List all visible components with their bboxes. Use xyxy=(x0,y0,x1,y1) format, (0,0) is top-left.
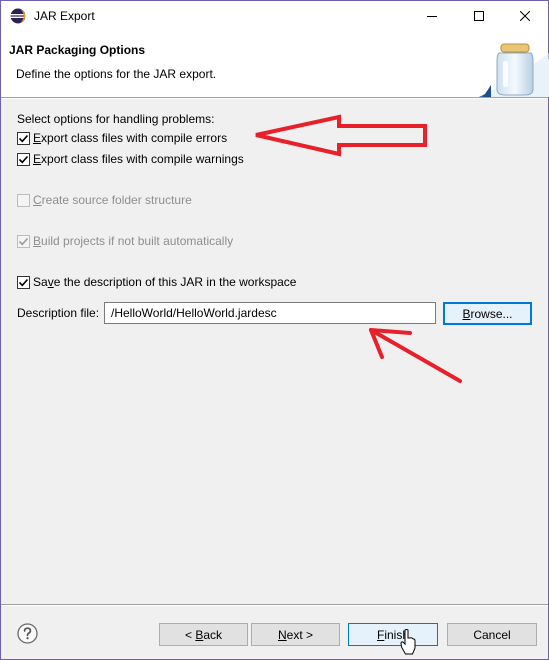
checkmark-icon xyxy=(18,155,29,163)
export-warnings-checkbox[interactable] xyxy=(17,152,30,166)
page-title: JAR Packaging Options xyxy=(9,43,146,57)
create-source-folder-checkbox[interactable] xyxy=(17,193,30,207)
export-warnings-label: Export class files with compile warnings xyxy=(33,152,244,166)
browse-button[interactable]: Browse... xyxy=(443,302,532,325)
jar-export-window: JAR Export JAR Packaging Options Define … xyxy=(0,0,549,660)
checkmark-icon xyxy=(18,237,29,245)
header-separator xyxy=(1,97,548,99)
cancel-button[interactable]: Cancel xyxy=(447,623,537,646)
help-icon[interactable] xyxy=(17,623,38,644)
mouse-cursor-icon xyxy=(400,629,416,655)
build-projects-label: Build projects if not built automaticall… xyxy=(33,234,234,248)
create-source-folder-label: Create source folder structure xyxy=(33,193,192,207)
export-errors-label: Export class files with compile errors xyxy=(33,131,228,145)
next-button[interactable]: Next > xyxy=(251,623,340,646)
save-description-option[interactable]: Save the description of this JAR in the … xyxy=(17,274,296,290)
browse-button-label: Browse... xyxy=(462,306,513,321)
back-button-label: < Back xyxy=(184,627,223,642)
footer-separator xyxy=(1,604,548,606)
description-file-label: Description file: xyxy=(17,306,100,320)
page-description: Define the options for the JAR export. xyxy=(16,67,217,81)
next-button-label: Next > xyxy=(277,627,314,642)
back-button[interactable]: < Back xyxy=(159,623,248,646)
problems-heading: Select options for handling problems: xyxy=(17,112,215,126)
close-icon xyxy=(520,11,530,21)
minimize-icon xyxy=(427,16,437,17)
export-errors-checkbox[interactable] xyxy=(17,131,30,145)
finish-button[interactable]: Finish xyxy=(348,623,438,646)
checkmark-icon xyxy=(18,134,29,142)
minimize-button[interactable] xyxy=(409,1,455,31)
description-file-input[interactable] xyxy=(104,302,436,324)
jar-icon xyxy=(475,43,549,97)
eclipse-icon xyxy=(10,8,26,24)
window-title: JAR Export xyxy=(34,9,95,23)
maximize-icon xyxy=(474,11,484,21)
build-projects-checkbox[interactable] xyxy=(17,234,30,248)
maximize-button[interactable] xyxy=(456,1,502,31)
checkmark-icon xyxy=(18,278,29,286)
export-warnings-option[interactable]: Export class files with compile warnings xyxy=(17,151,244,167)
save-description-checkbox[interactable] xyxy=(17,275,30,289)
close-button[interactable] xyxy=(502,1,548,31)
export-errors-option[interactable]: Export class files with compile errors xyxy=(17,130,227,146)
save-description-label: Save the description of this JAR in the … xyxy=(33,275,297,289)
create-source-folder-option[interactable]: Create source folder structure xyxy=(17,192,192,208)
build-projects-option[interactable]: Build projects if not built automaticall… xyxy=(17,233,233,249)
wizard-header: JAR Packaging Options Define the options… xyxy=(1,31,549,97)
title-bar[interactable]: JAR Export xyxy=(1,1,548,31)
